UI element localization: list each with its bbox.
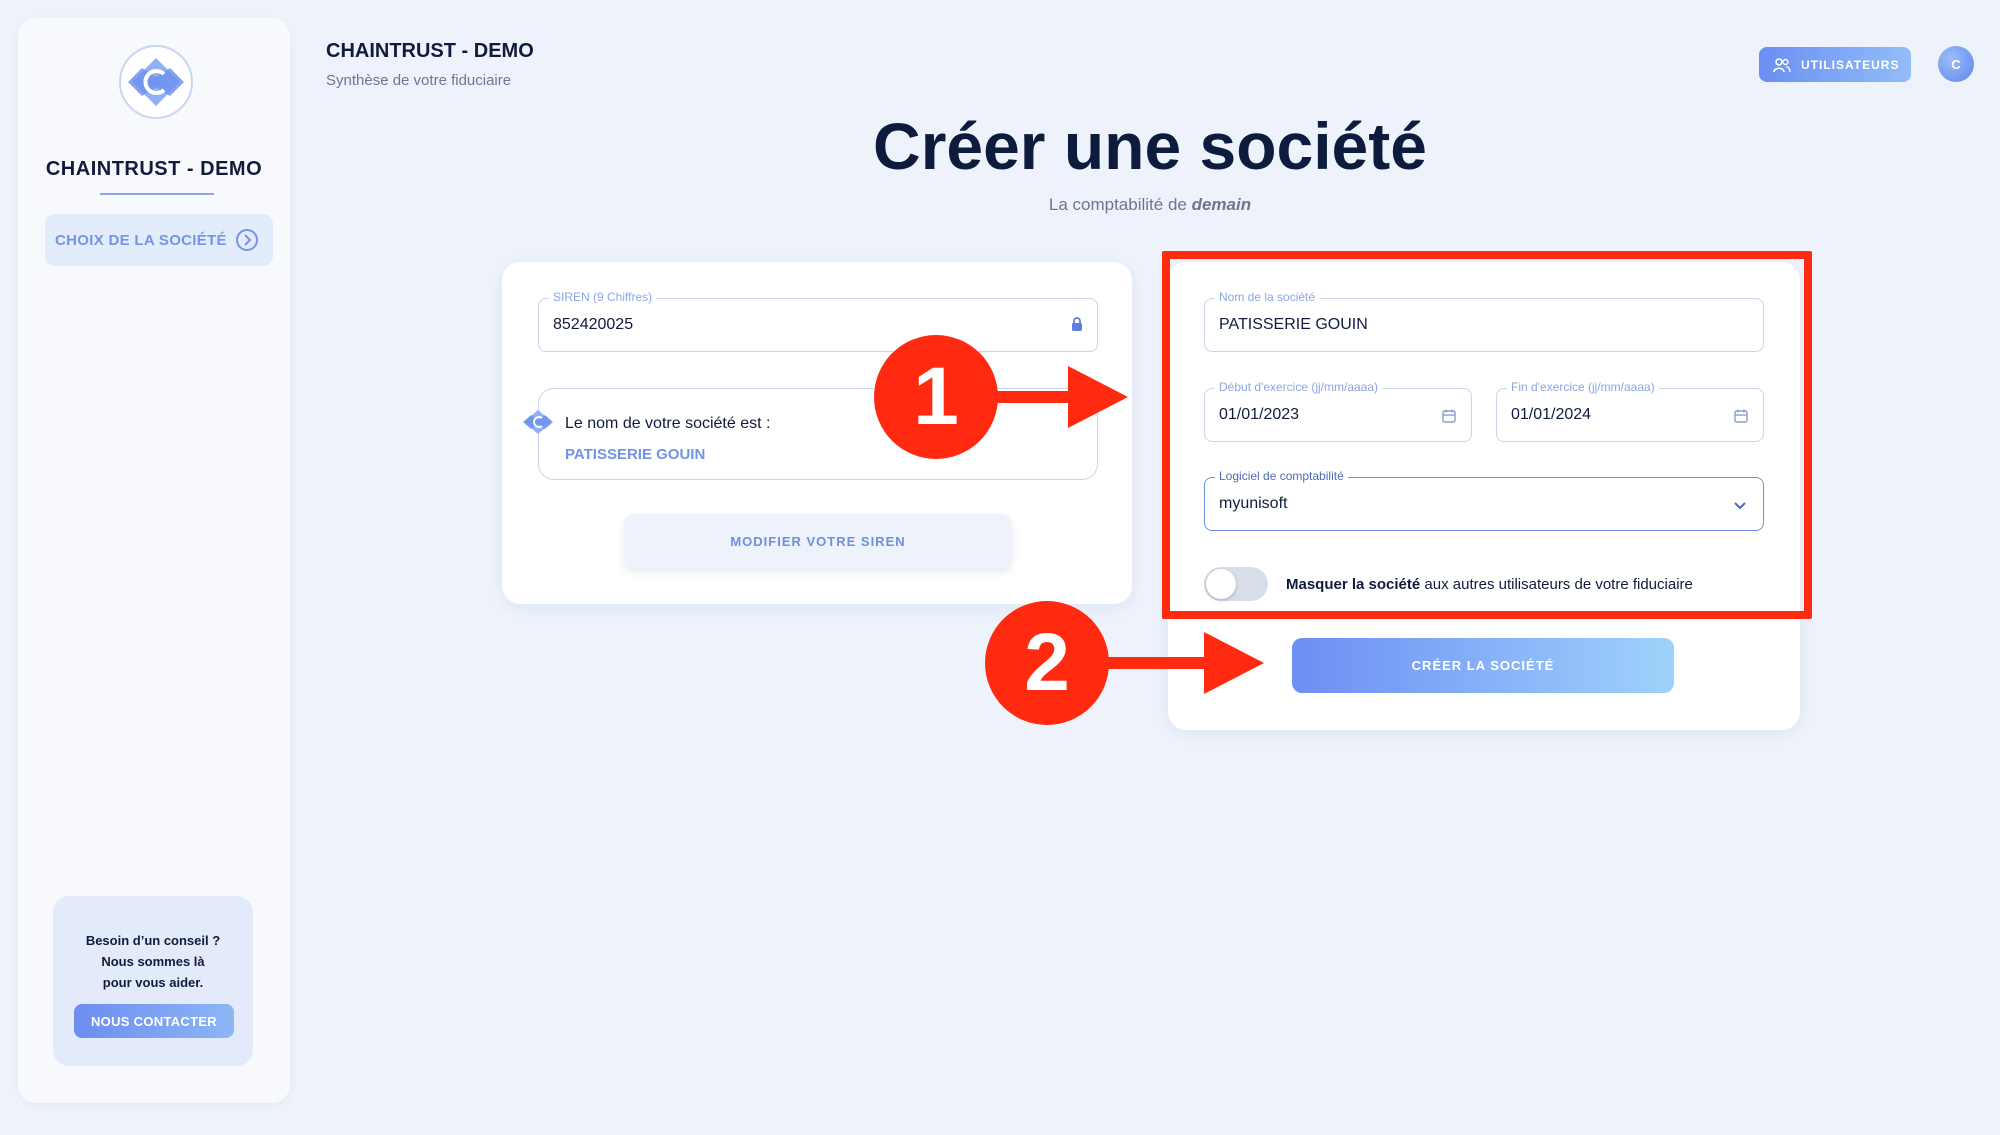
end-date-label: Fin d'exercice (jj/mm/aaaa) bbox=[1507, 380, 1659, 394]
accounting-software-value: myunisoft bbox=[1219, 495, 1288, 512]
start-date-value: 01/01/2023 bbox=[1219, 406, 1300, 423]
help-line: Besoin d’un conseil ? bbox=[85, 933, 221, 948]
calendar-icon[interactable] bbox=[1733, 408, 1749, 424]
siren-field[interactable]: SIREN (9 Chiffres) 852420025 bbox=[538, 290, 1098, 352]
annotation-arrow-2 bbox=[1108, 632, 1264, 694]
company-info-label: Le nom de votre société est : bbox=[565, 415, 771, 432]
hide-company-text: Masquer la société aux autres utilisateu… bbox=[1286, 576, 1693, 593]
users-button[interactable]: UTILISATEURS bbox=[1759, 47, 1911, 82]
app-subtitle: Synthèse de votre fiduciaire bbox=[326, 72, 512, 89]
chaintrust-small-logo-icon bbox=[523, 410, 553, 434]
siren-card: SIREN (9 Chiffres) 852420025 Le nom de v… bbox=[502, 262, 1132, 604]
subtitle-prefix: La comptabilité de bbox=[1048, 195, 1192, 214]
page-title: Créer une société bbox=[873, 109, 1427, 183]
hide-company-rest: aux autres utilisateurs de votre fiducia… bbox=[1420, 576, 1693, 593]
hide-company-toggle[interactable] bbox=[1204, 567, 1268, 601]
help-text: Besoin d’un conseil ? Nous sommes là pou… bbox=[53, 930, 253, 993]
lock-icon bbox=[1072, 317, 1082, 331]
annotation-marker-1: 1 bbox=[874, 335, 998, 459]
sidebar-item-company-choice[interactable]: CHOIX DE LA SOCIÉTÉ bbox=[45, 214, 273, 266]
subtitle-emphasis: demain bbox=[1191, 195, 1252, 214]
create-company-button[interactable]: CRÉER LA SOCIÉTÉ bbox=[1292, 638, 1674, 693]
annotation-marker-2: 2 bbox=[985, 601, 1109, 725]
end-date-value: 01/01/2024 bbox=[1511, 406, 1592, 423]
toggle-knob bbox=[1206, 569, 1236, 599]
sidebar-item-label: CHOIX DE LA SOCIÉTÉ bbox=[55, 231, 227, 249]
end-date-field[interactable]: Fin d'exercice (jj/mm/aaaa) 01/01/2024 bbox=[1496, 380, 1764, 442]
company-info-value: PATISSERIE GOUIN bbox=[565, 446, 706, 463]
accounting-software-label: Logiciel de comptabilité bbox=[1215, 469, 1348, 483]
help-line: Nous sommes là bbox=[101, 954, 205, 969]
modify-siren-button[interactable]: MODIFIER VOTRE SIREN bbox=[624, 514, 1012, 568]
contact-button[interactable]: NOUS CONTACTER bbox=[74, 1004, 234, 1038]
company-name-value: PATISSERIE GOUIN bbox=[1219, 316, 1368, 333]
hide-company-bold: Masquer la société bbox=[1286, 576, 1421, 593]
users-button-label: UTILISATEURS bbox=[1801, 57, 1900, 72]
siren-label: SIREN (9 Chiffres) bbox=[549, 290, 657, 304]
avatar[interactable]: C bbox=[1938, 46, 1974, 82]
company-name-label: Nom de la société bbox=[1215, 290, 1320, 304]
help-line: pour vous aider. bbox=[102, 975, 204, 990]
company-name-field[interactable]: Nom de la société PATISSERIE GOUIN bbox=[1204, 290, 1764, 352]
start-date-label: Début d'exercice (jj/mm/aaaa) bbox=[1215, 380, 1383, 394]
accounting-software-select[interactable]: Logiciel de comptabilité myunisoft bbox=[1204, 469, 1764, 531]
calendar-icon[interactable] bbox=[1441, 408, 1457, 424]
users-icon bbox=[1773, 57, 1791, 72]
page-subtitle: La comptabilité de demain bbox=[0, 195, 2000, 215]
chevron-right-circle-icon bbox=[236, 229, 258, 251]
annotation-arrow-1 bbox=[996, 366, 1128, 428]
start-date-field[interactable]: Début d'exercice (jj/mm/aaaa) 01/01/2023 bbox=[1204, 380, 1472, 442]
chevron-down-icon[interactable] bbox=[1731, 496, 1749, 514]
siren-value: 852420025 bbox=[553, 316, 634, 333]
app-title: CHAINTRUST - DEMO bbox=[326, 40, 534, 62]
help-box: Besoin d’un conseil ? Nous sommes là pou… bbox=[53, 896, 253, 1066]
